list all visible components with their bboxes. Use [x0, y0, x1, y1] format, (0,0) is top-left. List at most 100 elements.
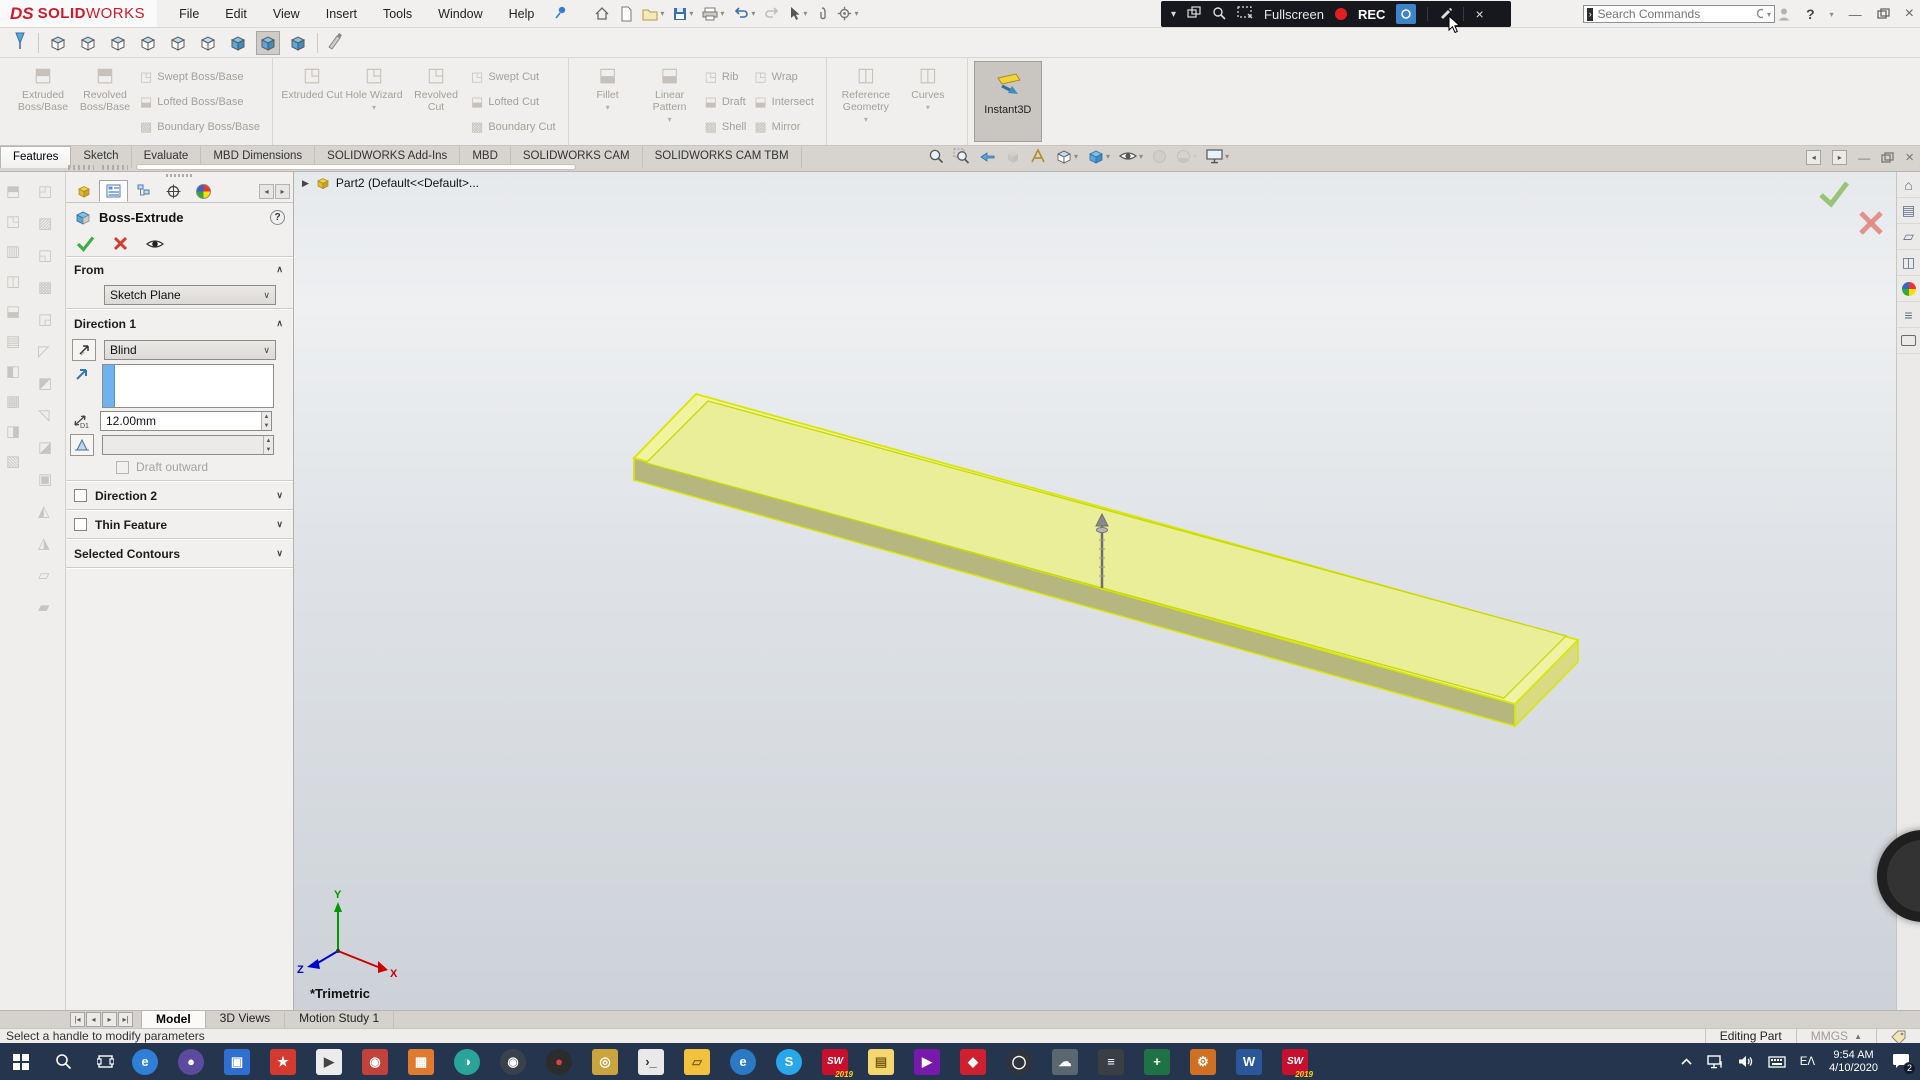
- taskbar-app-file-explorer[interactable]: ▱: [684, 1049, 710, 1075]
- forum-icon[interactable]: [1897, 328, 1920, 354]
- user-icon[interactable]: [1777, 7, 1791, 21]
- fullscreen-label[interactable]: Fullscreen: [1264, 7, 1324, 22]
- view-palette-icon[interactable]: ◫: [1897, 250, 1920, 276]
- ribbon-big-button[interactable]: ⬒Extruded Boss/Base: [12, 60, 74, 143]
- view-isometric-button[interactable]: [227, 32, 249, 54]
- tool-icon[interactable]: ◨: [6, 424, 20, 439]
- task-view-button[interactable]: [84, 1043, 126, 1080]
- document-tab[interactable]: 3D Views: [206, 1010, 285, 1028]
- taskbar-app-photos[interactable]: ▣: [224, 1049, 250, 1075]
- minimize-button[interactable]: —: [1849, 7, 1862, 22]
- view-back-button[interactable]: [77, 32, 99, 54]
- taskbar-app-media[interactable]: ▶: [316, 1049, 342, 1075]
- graphics-viewport[interactable]: ▶ Part2 (Default<<Default>... Y: [294, 172, 1896, 1010]
- exit-sketch-icon[interactable]: [10, 31, 30, 54]
- custom-properties-icon[interactable]: ≡: [1897, 302, 1920, 328]
- custom-properties-tag-icon[interactable]: [1877, 1030, 1920, 1043]
- tool-icon[interactable]: ◪: [38, 440, 52, 455]
- tool-icon[interactable]: ◸: [38, 344, 52, 359]
- tab-dim-xpert[interactable]: [159, 180, 188, 202]
- taskbar-app-camera[interactable]: ◎: [592, 1049, 618, 1075]
- recorder-zoom-icon[interactable]: [1212, 6, 1226, 23]
- menu-item[interactable]: Edit: [225, 7, 247, 21]
- instant3d-button[interactable]: Instant3D: [974, 61, 1042, 142]
- select-tool-button[interactable]: ▾: [789, 6, 807, 21]
- rec-label[interactable]: REC: [1358, 7, 1385, 22]
- taskbar-app-edge[interactable]: e: [132, 1049, 158, 1075]
- draft-button[interactable]: [70, 434, 94, 456]
- doc-minimize-button[interactable]: —: [1858, 151, 1870, 165]
- taskbar-app-skype[interactable]: S: [776, 1049, 802, 1075]
- previous-view-icon[interactable]: [979, 149, 996, 164]
- view-settings-icon[interactable]: ▾: [1206, 149, 1229, 164]
- help-caret[interactable]: ▾: [1830, 10, 1834, 19]
- close-button[interactable]: ×: [1905, 5, 1914, 23]
- direction1-section-header[interactable]: Direction 1∧: [66, 311, 293, 336]
- ribbon-small-button[interactable]: Draft: [705, 92, 747, 112]
- tabs-scroll-right[interactable]: ▸: [275, 184, 290, 199]
- zoom-to-area-icon[interactable]: [953, 148, 970, 164]
- direction2-section-header[interactable]: Direction 2 ∨: [66, 483, 293, 508]
- tool-icon[interactable]: ◳: [6, 214, 20, 229]
- view-bottom-button[interactable]: [197, 32, 219, 54]
- ribbon-small-button[interactable]: Lofted Boss/Base: [140, 92, 260, 112]
- ribbon-small-button[interactable]: Swept Cut: [471, 67, 556, 87]
- direction2-checkbox[interactable]: [74, 489, 87, 502]
- reverse-direction-button[interactable]: [72, 339, 96, 361]
- paint-tool-icon[interactable]: [326, 32, 344, 53]
- tab-display-manager[interactable]: [189, 180, 218, 202]
- tab-nav-button[interactable]: ▸|: [118, 1012, 133, 1027]
- confirm-cancel-icon[interactable]: [1858, 210, 1884, 236]
- taskbar-app-pin[interactable]: ◉: [362, 1049, 388, 1075]
- tool-icon[interactable]: ▩: [38, 280, 52, 295]
- tabs-scroll-left[interactable]: ◂: [259, 184, 274, 199]
- taskbar-app-solidworks[interactable]: SW 2019: [822, 1049, 848, 1075]
- confirm-ok-icon[interactable]: [1818, 180, 1850, 208]
- menu-item[interactable]: Help: [509, 7, 535, 21]
- tool-icon[interactable]: ◫: [6, 274, 20, 289]
- view-orientation-icon[interactable]: ▾: [1055, 148, 1078, 164]
- taskbar-app-cloud[interactable]: ☁: [1052, 1049, 1078, 1075]
- ribbon-big-button[interactable]: ◳Extruded Cut: [281, 60, 343, 143]
- view-right-button[interactable]: [137, 32, 159, 54]
- open-document-button[interactable]: ▾: [642, 7, 664, 21]
- help-button[interactable]: ?: [1806, 6, 1815, 22]
- taskbar-app-steam[interactable]: ◉: [500, 1049, 526, 1075]
- tab-nav-button[interactable]: ▸: [102, 1012, 117, 1027]
- ribbon-big-button[interactable]: ⬓Linear Pattern▾: [639, 60, 701, 143]
- view-left-button[interactable]: [107, 32, 129, 54]
- search-input[interactable]: [1597, 7, 1752, 21]
- tool-icon[interactable]: ▤: [6, 334, 20, 349]
- clock[interactable]: 9:54 AM 4/10/2020: [1829, 1049, 1878, 1075]
- tool-icon[interactable]: ◲: [38, 312, 52, 327]
- display-style-icon[interactable]: ▾: [1087, 148, 1110, 164]
- tab-property-manager[interactable]: [99, 180, 128, 202]
- ribbon-small-button[interactable]: Boundary Cut: [471, 117, 556, 137]
- taskbar-app-obs[interactable]: ◯: [1006, 1049, 1032, 1075]
- recorder-close-icon[interactable]: ×: [1475, 6, 1483, 22]
- feature-tree-splitter[interactable]: [68, 164, 576, 170]
- home-button[interactable]: [594, 6, 610, 21]
- document-tab[interactable]: Model: [141, 1010, 206, 1028]
- taskbar-app-terminal[interactable]: ›_: [638, 1049, 664, 1075]
- ribbon-small-button[interactable]: Mirror: [754, 117, 813, 137]
- depth-spin-buttons[interactable]: ▲▼: [261, 412, 271, 430]
- edit-appearance-icon[interactable]: [1152, 149, 1167, 164]
- taskbar-app-word[interactable]: W: [1236, 1049, 1262, 1075]
- ribbon-small-button[interactable]: Swept Boss/Base: [140, 67, 260, 87]
- recorder-capture-button[interactable]: [1396, 4, 1416, 24]
- tool-icon[interactable]: ◹: [38, 408, 52, 423]
- tool-icon[interactable]: ◮: [38, 536, 52, 551]
- tool-icon[interactable]: ▦: [6, 394, 20, 409]
- taskbar-app-ie[interactable]: e: [730, 1049, 756, 1075]
- view-top-button[interactable]: [167, 32, 189, 54]
- doc-close-button[interactable]: ×: [1905, 149, 1914, 166]
- from-section-header[interactable]: From∧: [66, 257, 293, 282]
- ribbon-small-button[interactable]: Intersect: [754, 92, 813, 112]
- taskbar-app-movies[interactable]: ▶: [914, 1049, 940, 1075]
- menu-item[interactable]: File: [179, 7, 199, 21]
- tool-icon[interactable]: ◩: [38, 376, 52, 391]
- taskbar-app-compass[interactable]: ◑: [454, 1049, 480, 1075]
- ribbon-big-button[interactable]: ◫Curves▾: [897, 60, 959, 143]
- tool-icon[interactable]: ◱: [38, 248, 52, 263]
